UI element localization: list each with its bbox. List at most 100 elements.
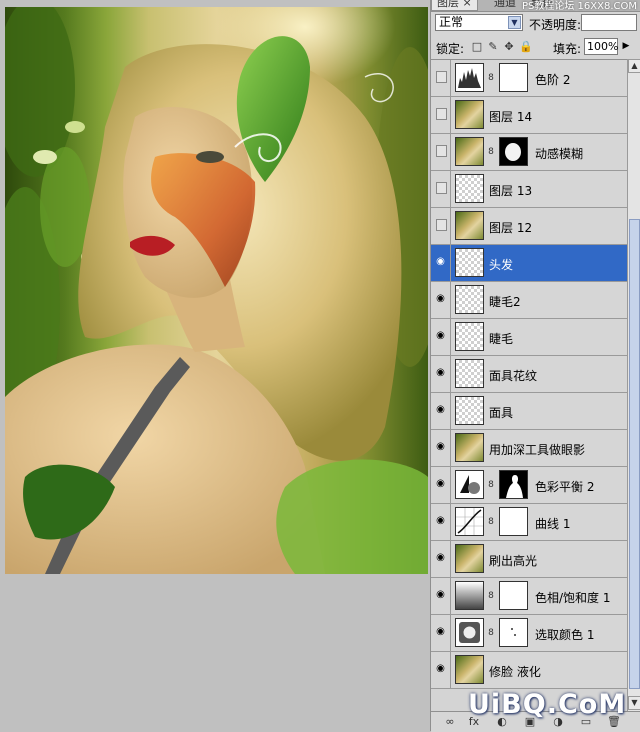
chain-link-icon[interactable]: 8 [487, 627, 495, 639]
eye-hidden-icon [436, 108, 447, 120]
eye-icon: ◉ [436, 367, 445, 378]
edited-photo[interactable] [5, 7, 428, 574]
lock-transparent-icon[interactable]: □ [471, 41, 483, 53]
layer-thumbnail[interactable] [455, 211, 484, 240]
eye [196, 151, 224, 163]
layer-mask-thumbnail[interactable] [499, 618, 528, 647]
layer-row[interactable]: ◉ 面具花纹 [431, 356, 627, 393]
visibility-toggle[interactable]: ◉ [431, 430, 451, 466]
layer-name: 选取颜色 1 [535, 628, 595, 642]
chain-link-icon[interactable]: 8 [487, 516, 495, 528]
layer-name: 头发 [489, 258, 514, 272]
layer-mask-thumbnail[interactable] [499, 63, 528, 92]
visibility-toggle[interactable] [431, 171, 451, 207]
visibility-toggle[interactable]: ◉ [431, 319, 451, 355]
chevron-right-icon[interactable]: ▶ [620, 39, 632, 54]
visibility-toggle[interactable]: ◉ [431, 356, 451, 392]
visibility-toggle[interactable]: ◉ [431, 615, 451, 651]
layer-name: 图层 14 [489, 110, 533, 124]
layer-thumbnail[interactable] [455, 655, 484, 684]
lock-all-icon[interactable]: 🔒 [519, 41, 533, 53]
visibility-toggle[interactable] [431, 60, 451, 96]
visibility-toggle[interactable]: ◉ [431, 504, 451, 540]
photo-illustration [5, 7, 428, 574]
layer-name: 用加深工具做眼影 [489, 443, 586, 457]
layer-row[interactable]: 图层 14 [431, 97, 627, 134]
layer-thumbnail[interactable] [455, 100, 484, 129]
blend-mode-select[interactable]: 正常 ▼ [435, 14, 523, 31]
scroll-down-icon[interactable]: ▼ [628, 696, 640, 710]
eye-hidden-icon [436, 219, 447, 231]
tab-layers[interactable]: 图层 × [431, 0, 478, 11]
layer-row[interactable]: ◉ 8 选取颜色 1 [431, 615, 627, 652]
site-watermark: PS教程论坛 16XX8.COM [521, 1, 637, 12]
layer-thumbnail[interactable] [455, 248, 484, 277]
layer-name: 图层 12 [489, 221, 533, 235]
layers-scrollbar[interactable]: ▲ ▼ [627, 59, 640, 711]
layer-row[interactable]: 图层 13 [431, 171, 627, 208]
layer-row[interactable]: 图层 12 [431, 208, 627, 245]
visibility-toggle[interactable] [431, 208, 451, 244]
layer-name: 动感模糊 [535, 147, 584, 161]
opacity-input[interactable] [581, 14, 637, 31]
tab-close-icon[interactable]: × [463, 0, 472, 9]
layer-thumbnail[interactable] [455, 322, 484, 351]
eye-icon: ◉ [436, 552, 445, 563]
visibility-toggle[interactable]: ◉ [431, 282, 451, 318]
layer-row[interactable]: ◉ 面具 [431, 393, 627, 430]
layer-mask-thumbnail[interactable] [499, 137, 528, 166]
document-canvas[interactable] [0, 0, 430, 731]
layer-thumbnail[interactable] [455, 507, 484, 536]
layer-row[interactable]: ◉ 睫毛 [431, 319, 627, 356]
layer-mask-thumbnail[interactable] [499, 581, 528, 610]
layer-thumbnail[interactable] [455, 396, 484, 425]
scroll-thumb[interactable] [629, 219, 640, 689]
layer-thumbnail[interactable] [455, 433, 484, 462]
layer-mask-thumbnail[interactable] [499, 507, 528, 536]
layer-thumbnail[interactable] [455, 174, 484, 203]
layer-mask-thumbnail[interactable] [499, 470, 528, 499]
layer-row[interactable]: ◉ 8 色相/饱和度 1 [431, 578, 627, 615]
layer-row[interactable]: ◉ 8 色彩平衡 2 [431, 467, 627, 504]
layer-row[interactable]: 8 动感模糊 [431, 134, 627, 171]
chain-link-icon[interactable]: 8 [487, 146, 495, 158]
layer-row[interactable]: ◉ 修脸 液化 [431, 652, 627, 689]
visibility-toggle[interactable]: ◉ [431, 578, 451, 614]
chain-link-icon[interactable]: 8 [487, 479, 495, 491]
visibility-toggle[interactable]: ◉ [431, 393, 451, 429]
visibility-toggle[interactable]: ◉ [431, 467, 451, 503]
tab-channels[interactable]: 通道 [489, 0, 521, 10]
layer-thumbnail[interactable] [455, 63, 484, 92]
layer-thumbnail[interactable] [455, 544, 484, 573]
layer-row[interactable]: ◉ 睫毛2 [431, 282, 627, 319]
eye-icon: ◉ [436, 626, 445, 637]
layer-thumbnail[interactable] [455, 470, 484, 499]
layer-row[interactable]: ◉ 刷出高光 [431, 541, 627, 578]
lock-image-icon[interactable]: ✎ [487, 41, 499, 53]
visibility-toggle[interactable]: ◉ [431, 541, 451, 577]
layer-thumbnail[interactable] [455, 137, 484, 166]
chain-link-icon[interactable]: 8 [487, 590, 495, 602]
chevron-down-icon[interactable]: ▼ [508, 16, 521, 29]
layer-thumbnail[interactable] [455, 285, 484, 314]
layer-thumbnail[interactable] [455, 359, 484, 388]
lock-position-icon[interactable]: ✥ [503, 41, 515, 53]
layer-name: 图层 13 [489, 184, 533, 198]
layer-row[interactable]: ◉ 8 曲线 1 [431, 504, 627, 541]
chain-link-icon[interactable]: 8 [487, 72, 495, 84]
scroll-up-icon[interactable]: ▲ [628, 59, 640, 73]
link-layers-icon[interactable]: ∞ [443, 715, 457, 729]
fill-input[interactable]: 100% [584, 38, 618, 55]
layer-thumbnail[interactable] [455, 581, 484, 610]
eye-icon: ◉ [436, 256, 445, 267]
layer-row[interactable]: ◉ 用加深工具做眼影 [431, 430, 627, 467]
layer-thumbnail[interactable] [455, 618, 484, 647]
layer-name: 面具花纹 [489, 369, 538, 383]
visibility-toggle[interactable] [431, 97, 451, 133]
blend-mode-value: 正常 [439, 15, 464, 29]
layer-row[interactable]: ◉ 头发 [431, 245, 627, 282]
visibility-toggle[interactable]: ◉ [431, 245, 451, 281]
visibility-toggle[interactable]: ◉ [431, 652, 451, 688]
visibility-toggle[interactable] [431, 134, 451, 170]
layer-row[interactable]: 8 色阶 2 [431, 60, 627, 97]
